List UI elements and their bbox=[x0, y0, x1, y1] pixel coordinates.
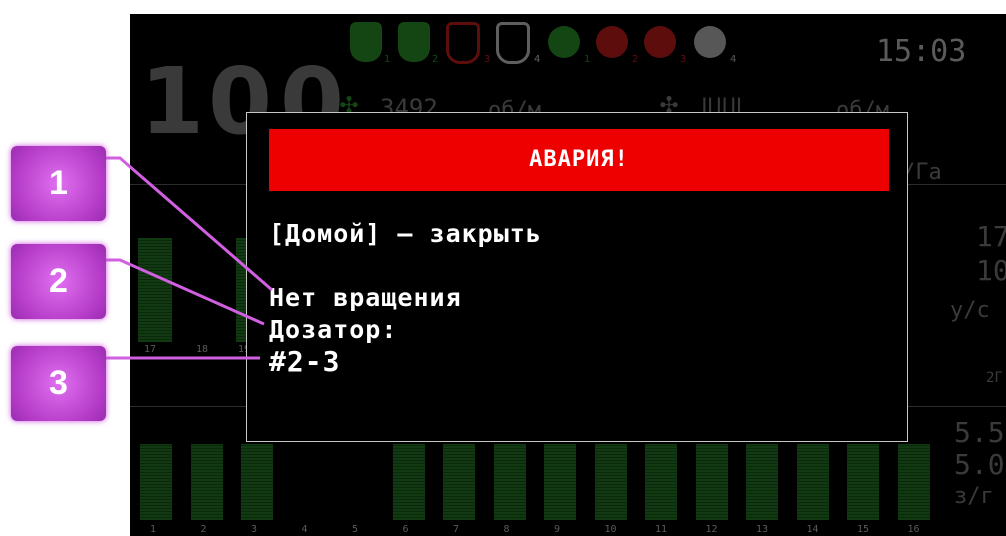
callout-1: 1 bbox=[11, 146, 106, 221]
callout-leaders bbox=[106, 156, 273, 360]
callout-2: 2 bbox=[11, 244, 106, 319]
leader-line-1 bbox=[106, 156, 273, 292]
callout-3: 3 bbox=[11, 346, 106, 421]
leader-line-2 bbox=[106, 258, 265, 326]
